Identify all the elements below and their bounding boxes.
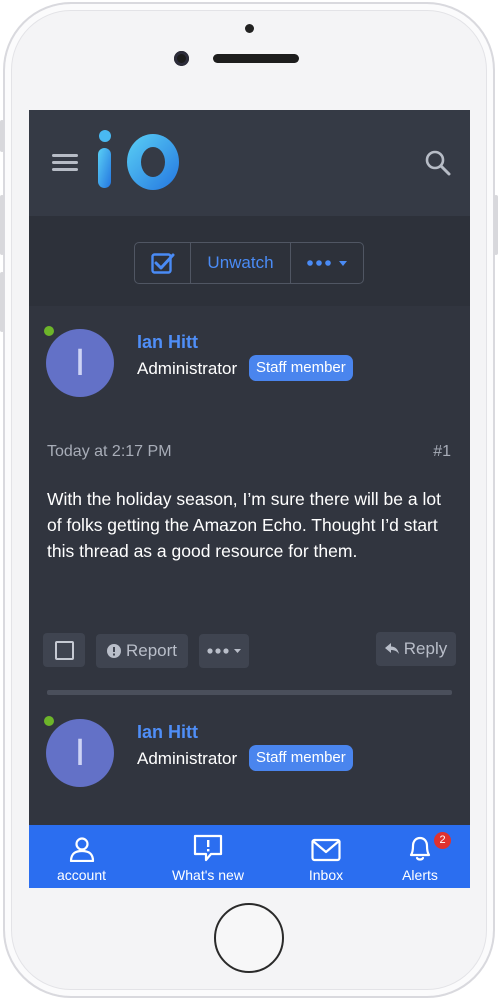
alerts-count-badge: 2 [434, 832, 451, 849]
nav-label: account [56, 867, 107, 883]
nav-account[interactable]: account [29, 825, 134, 888]
post-author-link[interactable]: Ian Hitt [137, 722, 198, 743]
post-2: I Ian Hitt Administrator Staff member [29, 110, 470, 825]
staff-badge: Staff member [249, 745, 353, 771]
home-button[interactable] [214, 903, 284, 973]
volume-up-button [0, 195, 4, 255]
nav-alerts[interactable]: Alerts 2 [370, 825, 470, 888]
envelope-icon [311, 838, 341, 862]
person-icon [69, 837, 94, 862]
nav-whats-new[interactable]: What's new [134, 825, 282, 888]
proximity-sensor [245, 24, 254, 33]
nav-label: What's new [172, 867, 244, 883]
earpiece-speaker [213, 54, 299, 63]
bell-icon [409, 836, 431, 861]
bottom-nav: account What's new Inbox Alerts 2 [29, 825, 470, 888]
mute-switch [0, 120, 4, 152]
power-button [494, 195, 498, 255]
app-screen: Unwatch I Ian Hitt Administrator Staff m… [29, 110, 470, 888]
front-camera [174, 51, 189, 66]
speech-bubble-alert-icon [193, 834, 223, 862]
nav-label: Alerts [402, 867, 438, 883]
avatar[interactable]: I [46, 719, 114, 787]
nav-label: Inbox [308, 867, 344, 883]
online-status-indicator [42, 714, 56, 728]
user-title: Administrator [137, 749, 238, 768]
volume-down-button [0, 272, 4, 332]
nav-inbox[interactable]: Inbox [282, 825, 370, 888]
